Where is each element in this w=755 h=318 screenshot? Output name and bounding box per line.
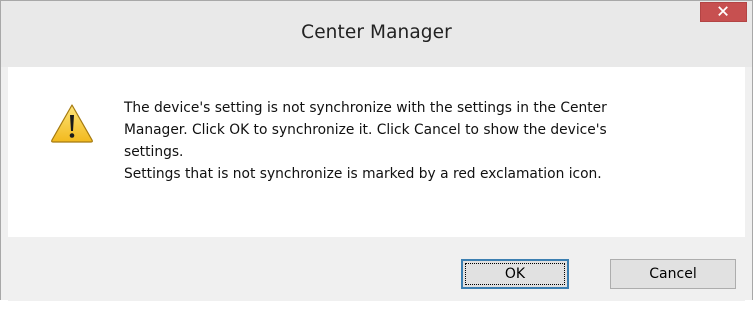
message-line: Manager. Click OK to synchronize it. Cli…: [124, 122, 607, 138]
dialog-window: Center Manager The device's setting is n…: [0, 0, 753, 301]
dialog-content: The device's setting is not synchronize …: [8, 67, 745, 237]
ok-button[interactable]: OK: [461, 259, 569, 289]
cancel-button[interactable]: Cancel: [610, 259, 736, 289]
close-button[interactable]: [700, 2, 747, 22]
message-line: The device's setting is not synchronize …: [124, 100, 607, 116]
warning-icon: [51, 104, 93, 143]
message-line: Settings that is not synchronize is mark…: [124, 166, 602, 182]
message-line: settings.: [124, 144, 184, 160]
ok-button-label: OK: [504, 266, 526, 282]
button-bar: OK Cancel: [8, 237, 745, 301]
dialog-message: The device's setting is not synchronize …: [124, 97, 724, 185]
window-title: Center Manager: [301, 22, 452, 43]
close-icon: [718, 6, 728, 16]
title-bar[interactable]: Center Manager: [1, 1, 752, 67]
